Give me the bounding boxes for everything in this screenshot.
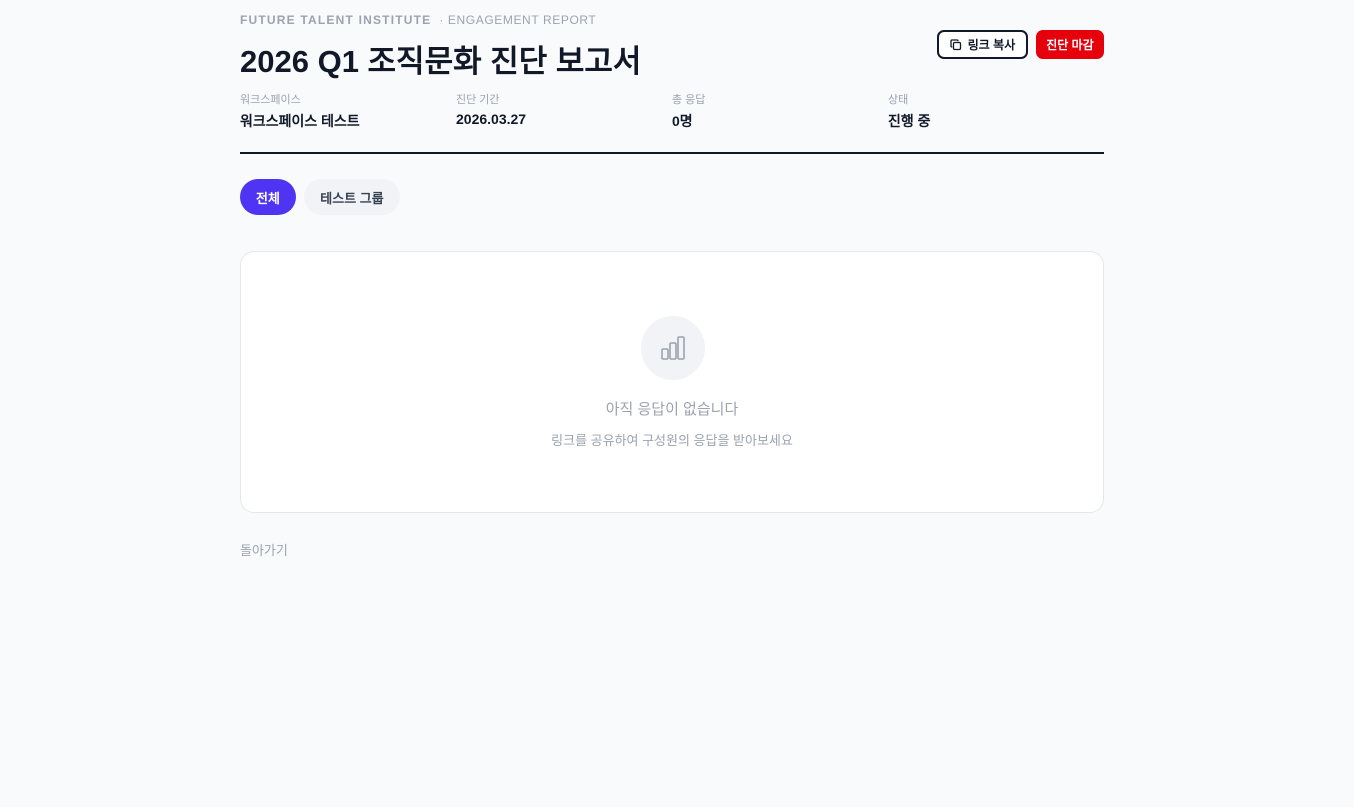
close-survey-button[interactable]: 진단 마감 (1036, 30, 1104, 59)
empty-state-title: 아직 응답이 없습니다 (605, 401, 739, 418)
meta-label: 상태 (888, 94, 909, 106)
copy-icon (950, 38, 961, 50)
report-meta: 워크스페이스 워크스페이스 테스트 진단 기간 2026.03.27 총 응답 … (240, 91, 1104, 131)
report-section: · ENGAGEMENT REPORT (439, 13, 597, 27)
back-link[interactable]: 돌아가기 (240, 540, 288, 559)
meta-status: 상태 진행 중 (888, 91, 1104, 131)
meta-label: 총 응답 (672, 94, 706, 106)
eyebrow: FUTURE TALENT INSTITUTE · ENGAGEMENT REPO… (240, 13, 596, 27)
meta-label: 진단 기간 (456, 94, 500, 106)
group-tabs: 전체 테스트 그룹 (240, 179, 400, 215)
meta-value: 워크스페이스 테스트 (240, 113, 360, 129)
header-actions: 링크 복사 진단 마감 (937, 30, 1104, 59)
meta-period: 진단 기간 2026.03.27 (456, 91, 672, 131)
meta-workspace: 워크스페이스 워크스페이스 테스트 (240, 91, 456, 131)
copy-link-button[interactable]: 링크 복사 (937, 30, 1028, 59)
page-title: 2026 Q1 조직문화 진단 보고서 (240, 44, 642, 79)
status-value: 진행 중 (888, 113, 931, 129)
tab-test-group[interactable]: 테스트 그룹 (304, 179, 400, 215)
copy-link-label: 링크 복사 (967, 38, 1016, 52)
meta-value: 2026.03.27 (456, 111, 527, 127)
meta-label: 워크스페이스 (240, 94, 301, 106)
header-divider (240, 152, 1104, 154)
close-survey-label: 진단 마감 (1046, 38, 1094, 52)
empty-state-card: 아직 응답이 없습니다 링크를 공유하여 구성원의 응답을 받아보세요 (240, 251, 1104, 513)
empty-state-icon-wrap (641, 316, 705, 380)
tab-all[interactable]: 전체 (240, 179, 296, 215)
org-name: FUTURE TALENT INSTITUTE (240, 13, 432, 27)
bar-chart-icon (661, 336, 685, 360)
meta-total-responses: 총 응답 0명 (672, 91, 888, 131)
meta-value: 0명 (672, 113, 693, 129)
empty-state-subtitle: 링크를 공유하여 구성원의 응답을 받아보세요 (551, 433, 793, 448)
